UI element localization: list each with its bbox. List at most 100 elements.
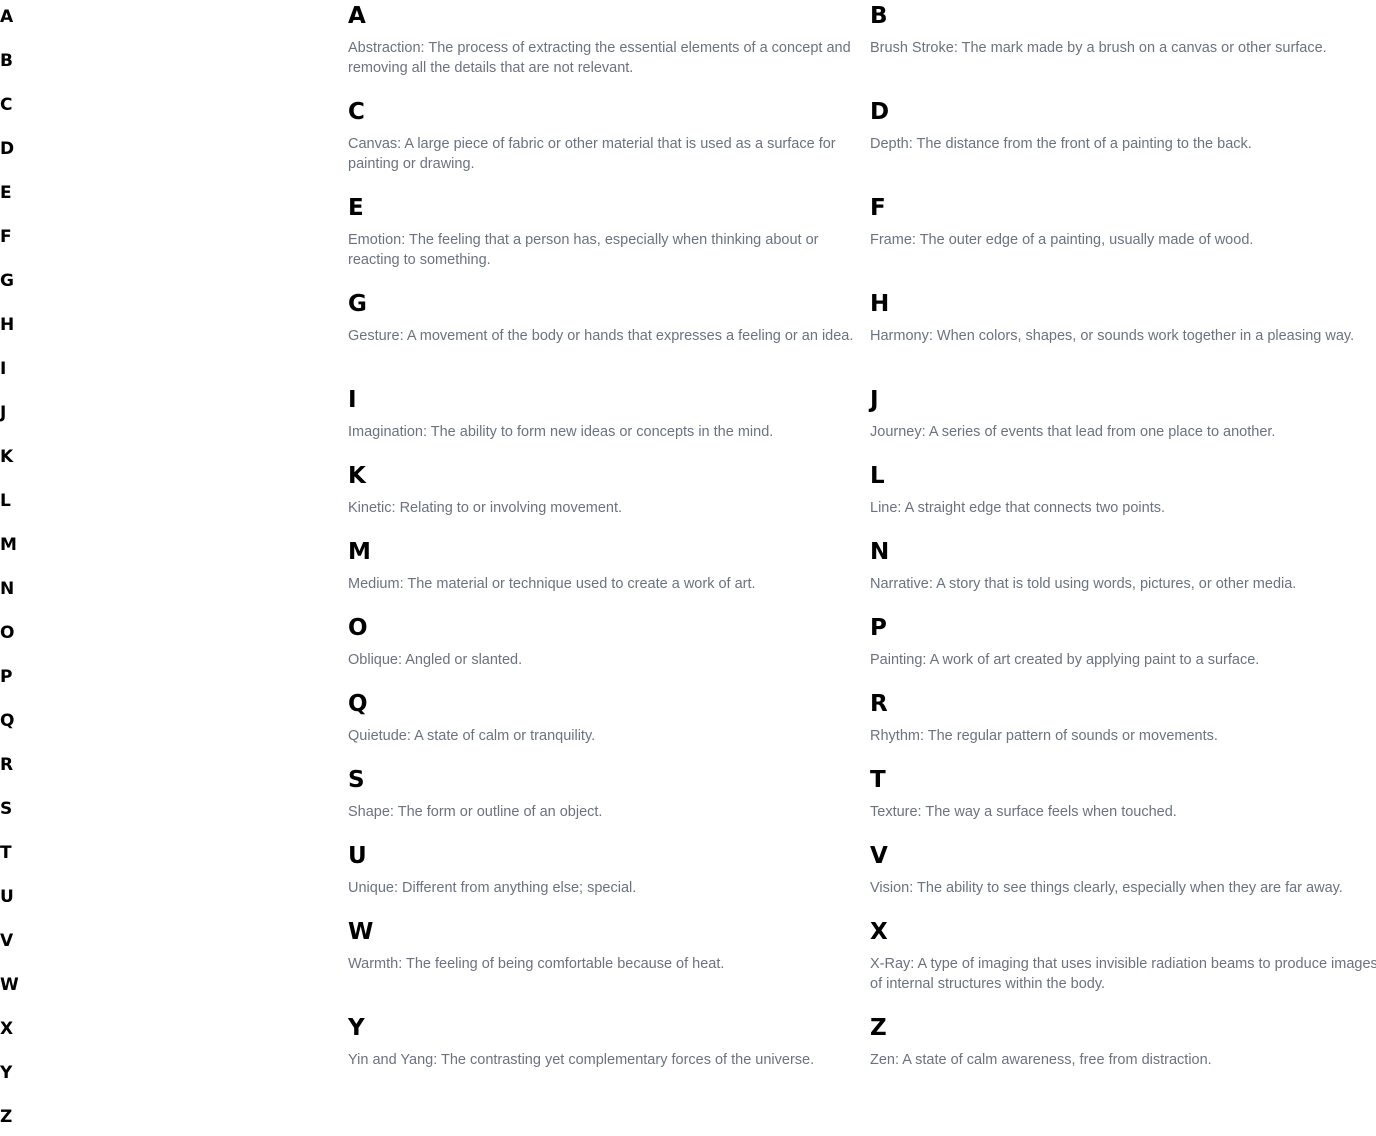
alphabet-nav-item: B (0, 46, 13, 76)
alphabet-link-f[interactable]: F (0, 222, 12, 252)
alphabet-nav-item: A (0, 2, 13, 32)
term-definition: Unique: Different from anything else; sp… (348, 880, 637, 896)
term-definition: Emotion: The feeling that a person has, … (348, 232, 819, 268)
section-letter-heading: I (348, 387, 357, 413)
alphabet-link-n[interactable]: N (0, 574, 14, 604)
glossary-entry-l: L Line: A straight edge that connects two… (870, 460, 1376, 516)
alphabet-link-z[interactable]: Z (0, 1102, 12, 1132)
term-definition: Depth: The distance from the front of a … (870, 136, 1252, 152)
alphabet-nav-item: K (0, 442, 13, 472)
alphabet-nav-item: U (0, 882, 14, 912)
alphabet-nav-item: S (0, 794, 12, 824)
section-letter-heading: L (870, 463, 885, 489)
alphabet-link-p[interactable]: P (0, 662, 12, 692)
alphabet-nav-item: X (0, 1014, 13, 1044)
term-definition: Imagination: The ability to form new ide… (348, 424, 774, 440)
alphabet-link-x[interactable]: X (0, 1014, 13, 1044)
section-letter-heading: F (870, 195, 886, 221)
glossary-entry-v: V Vision: The ability to see things clear… (870, 840, 1376, 896)
glossary-entry-t: T Texture: The way a surface feels when t… (870, 764, 1376, 820)
term-definition: Frame: The outer edge of a painting, usu… (870, 232, 1254, 248)
term-definition: Vision: The ability to see things clearl… (870, 880, 1343, 896)
glossary-entry-m: M Medium: The material or technique used … (348, 536, 856, 592)
section-letter-heading: E (348, 195, 364, 221)
alphabet-nav-item: O (0, 618, 14, 648)
glossary-entry-b: B Brush Stroke: The mark made by a brush … (870, 0, 1376, 56)
alphabet-link-l[interactable]: L (0, 486, 11, 516)
alphabet-link-q[interactable]: Q (0, 706, 14, 736)
section-letter-heading: U (348, 843, 367, 869)
alphabet-link-u[interactable]: U (0, 882, 14, 912)
alphabet-nav-item: R (0, 750, 13, 780)
term-definition: Oblique: Angled or slanted. (348, 652, 523, 668)
alphabet-nav-item: W (0, 970, 19, 1000)
alphabet-link-d[interactable]: D (0, 134, 14, 164)
section-letter-heading: R (870, 691, 888, 717)
alphabet-link-t[interactable]: T (0, 838, 12, 868)
section-letter-heading: S (348, 767, 365, 793)
alphabet-link-w[interactable]: W (0, 970, 19, 1000)
alphabet-nav-item: J (0, 398, 6, 428)
alphabet-nav-item: M (0, 530, 17, 560)
section-letter-heading: W (348, 919, 374, 945)
term-definition: Rhythm: The regular pattern of sounds or… (870, 728, 1218, 744)
alphabet-nav-item: P (0, 662, 12, 692)
alphabet-link-c[interactable]: C (0, 90, 12, 120)
section-letter-heading: Y (348, 1015, 365, 1041)
alphabet-link-h[interactable]: H (0, 310, 14, 340)
term-definition: Medium: The material or technique used t… (348, 576, 756, 592)
glossary-entry-y: Y Yin and Yang: The contrasting yet compl… (348, 1012, 856, 1068)
alphabet-link-j[interactable]: J (0, 398, 6, 428)
term-definition: Zen: A state of calm awareness, free fro… (870, 1052, 1212, 1068)
term-definition: X-Ray: A type of imaging that uses invis… (870, 956, 1376, 992)
alphabet-nav-item: V (0, 926, 13, 956)
section-letter-heading: N (870, 539, 890, 565)
glossary-entry-a: A Abstraction: The process of extracting … (348, 0, 856, 76)
alphabet-nav-item: N (0, 574, 14, 604)
glossary-entry-k: K Kinetic: Relating to or involving movem… (348, 460, 856, 516)
glossary-entry-z: Z Zen: A state of calm awareness, free fr… (870, 1012, 1376, 1068)
glossary-entry-g: G Gesture: A movement of the body or hand… (348, 288, 856, 344)
term-definition: Shape: The form or outline of an object. (348, 804, 603, 820)
alphabet-link-g[interactable]: G (0, 266, 14, 296)
term-definition: Warmth: The feeling of being comfortable… (348, 956, 725, 972)
alphabet-nav-item: Q (0, 706, 14, 736)
term-definition: Kinetic: Relating to or involving moveme… (348, 500, 623, 516)
alphabet-link-r[interactable]: R (0, 750, 13, 780)
alphabet-link-b[interactable]: B (0, 46, 13, 76)
glossary-entry-q: Q Quietude: A state of calm or tranquilit… (348, 688, 856, 744)
alphabet-link-s[interactable]: S (0, 794, 12, 824)
term-definition: Journey: A series of events that lead fr… (870, 424, 1276, 440)
alphabet-nav-item: F (0, 222, 12, 252)
alphabet-link-o[interactable]: O (0, 618, 14, 648)
alphabet-nav-item: T (0, 838, 12, 868)
alphabet-link-i[interactable]: I (0, 354, 6, 384)
section-letter-heading: M (348, 539, 371, 565)
term-definition: Brush Stroke: The mark made by a brush o… (870, 40, 1327, 56)
alphabet-nav-item: Z (0, 1102, 12, 1132)
section-letter-heading: P (870, 615, 887, 641)
glossary-entry-j: J Journey: A series of events that lead f… (870, 384, 1376, 440)
section-letter-heading: O (348, 615, 368, 641)
term-definition: Yin and Yang: The contrasting yet comple… (348, 1052, 815, 1068)
glossary-page: ABCDEFGHIJKLMNOPQRSTUVWXYZ A Abstraction:… (0, 0, 1376, 1136)
glossary-entry-o: O Oblique: Angled or slanted. (348, 612, 856, 668)
alphabet-link-y[interactable]: Y (0, 1058, 12, 1088)
section-letter-heading: V (870, 843, 888, 869)
term-definition: Line: A straight edge that connects two … (870, 500, 1166, 516)
glossary-entry-u: U Unique: Different from anything else; s… (348, 840, 856, 896)
alphabet-link-v[interactable]: V (0, 926, 13, 956)
section-letter-heading: T (870, 767, 886, 793)
term-definition: Texture: The way a surface feels when to… (870, 804, 1177, 820)
alphabet-link-k[interactable]: K (0, 442, 13, 472)
alphabet-link-m[interactable]: M (0, 530, 17, 560)
section-letter-heading: X (870, 919, 888, 945)
glossary-entry-r: R Rhythm: The regular pattern of sounds o… (870, 688, 1376, 744)
alphabet-link-a[interactable]: A (0, 2, 13, 32)
alphabet-link-e[interactable]: E (0, 178, 12, 208)
term-definition: Quietude: A state of calm or tranquility… (348, 728, 596, 744)
section-letter-heading: B (870, 3, 888, 29)
alphabet-nav-item: C (0, 90, 12, 120)
term-definition: Painting: A work of art created by apply… (870, 652, 1260, 668)
section-letter-heading: A (348, 3, 366, 29)
